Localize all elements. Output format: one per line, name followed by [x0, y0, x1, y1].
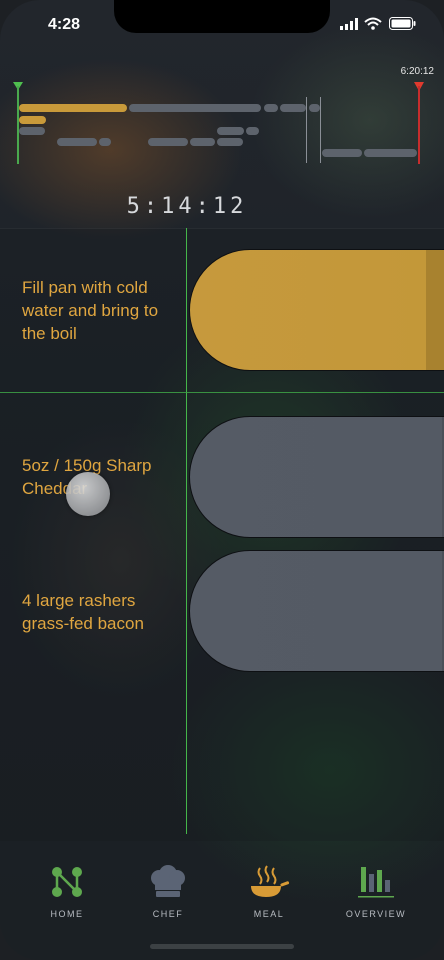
timeline-task-bar[interactable] [19, 127, 45, 135]
device-notch [114, 0, 330, 33]
step-bar-cheddar[interactable] [189, 416, 444, 538]
bar-chart-icon [358, 867, 394, 898]
app-screen: 4:28 6:20:12 5:14:12 Fill pan with cold … [0, 0, 444, 960]
timeline-task-bar[interactable] [217, 138, 243, 146]
tab-home-label: HOME [50, 909, 84, 919]
timeline-task-bar[interactable] [309, 104, 320, 112]
timeline-divider [320, 97, 321, 163]
step-bar-bacon[interactable] [189, 550, 444, 672]
signal-icon [340, 18, 358, 30]
tab-chef[interactable]: CHEF [123, 864, 213, 919]
timeline-start-marker [17, 86, 19, 164]
tab-chef-label: CHEF [152, 909, 184, 919]
timeline-task-bar[interactable] [280, 104, 306, 112]
step-bar-boil[interactable] [189, 249, 444, 371]
timeline-end-time: 6:20:12 [400, 66, 434, 77]
timeline-overview[interactable]: 6:20:12 5:14:12 [0, 62, 444, 232]
timeline-task-bar[interactable] [322, 149, 362, 157]
timeline-task-bar[interactable] [217, 127, 244, 135]
status-icons [340, 17, 416, 31]
touch-indicator [66, 472, 110, 516]
timeline-task-bar[interactable] [99, 138, 111, 146]
timeline-task-bar[interactable] [19, 116, 46, 124]
timeline-end-marker [418, 86, 420, 164]
timeline-task-bar[interactable] [129, 104, 261, 112]
tab-home[interactable]: HOME [22, 864, 112, 919]
timeline-task-bar[interactable] [190, 138, 215, 146]
chef-hat-icon [151, 865, 185, 897]
tab-meal-label: MEAL [253, 909, 285, 919]
now-guide-line [186, 228, 187, 834]
tab-overview[interactable]: OVERVIEW [331, 864, 421, 919]
elapsed-clock: 5:14:12 [126, 194, 248, 219]
frying-pan-icon [251, 865, 290, 897]
timeline-task-bar[interactable] [148, 138, 188, 146]
timeline-task-bar[interactable] [246, 127, 259, 135]
timeline-task-bar[interactable] [264, 104, 278, 112]
status-time: 4:28 [48, 16, 81, 33]
home-indicator[interactable] [150, 944, 294, 949]
timeline-task-bar[interactable] [19, 104, 127, 112]
step-label-bacon: 4 large rashers grass-fed bacon [22, 591, 144, 633]
network-icon [52, 867, 82, 897]
step-label-boil: Fill pan with cold water and bring to th… [22, 278, 159, 343]
wifi-icon [364, 17, 382, 30]
tab-overview-label: OVERVIEW [345, 909, 407, 919]
timeline-task-bar[interactable] [57, 138, 97, 146]
battery-icon [389, 17, 416, 30]
tab-meal[interactable]: MEAL [224, 864, 314, 919]
timeline-divider [306, 97, 307, 163]
active-step-divider [0, 392, 444, 393]
timeline-task-bar[interactable] [364, 149, 417, 157]
